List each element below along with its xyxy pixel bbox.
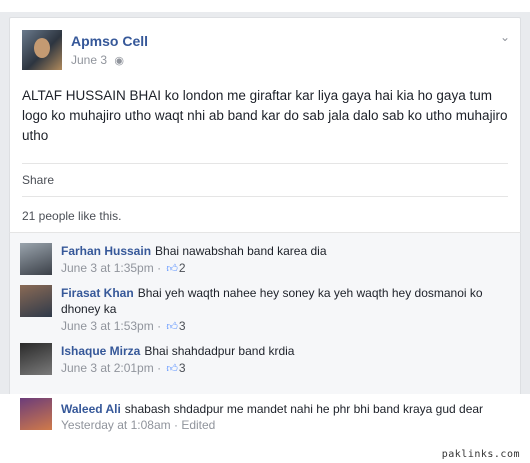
post-text: ALTAF HUSSAIN BHAI ko london me giraftar…: [22, 88, 508, 143]
comment-text: shabash shdadpur me mandet nahi he phr b…: [124, 402, 484, 416]
commenter-name[interactable]: Ishaque Mirza: [61, 344, 140, 358]
divider: [22, 196, 508, 197]
thumbs-up-icon: 👍︎: [166, 363, 178, 375]
comment-meta: June 3 at 1:53pm · 👍︎3: [61, 319, 186, 333]
thumbs-up-icon: 👍︎: [166, 263, 178, 275]
comment-meta: June 3 at 2:01pm · 👍︎3: [61, 361, 186, 375]
commenter-name[interactable]: Firasat Khan: [61, 286, 134, 300]
comment-body: Farhan Hussain Bhai nawabshah band karea …: [61, 243, 501, 259]
comment-body: Waleed Ali shabash shdadpur me mandet nah…: [61, 401, 501, 417]
comment-meta: June 3 at 1:35pm · 👍︎2: [61, 261, 186, 275]
comment-time[interactable]: Yesterday at 1:08am: [61, 418, 171, 432]
commenter-avatar[interactable]: [20, 398, 52, 430]
comment-text: Bhai shahdadpur band krdia: [144, 344, 295, 358]
post-date-text[interactable]: June 3: [71, 53, 107, 67]
comment-body: Ishaque Mirza Bhai shahdadpur band krdia: [61, 343, 501, 359]
post-date[interactable]: June 3 ◉: [71, 53, 124, 67]
author-avatar[interactable]: [22, 30, 62, 70]
thumbs-up-icon: 👍︎: [166, 321, 178, 333]
divider: [22, 163, 508, 164]
comment-item: Waleed Ali shabash shdadpur me mandet nah…: [0, 394, 530, 438]
comment-like-count[interactable]: 3: [179, 319, 186, 333]
likes-summary[interactable]: 21 people like this.: [22, 209, 121, 223]
commenter-name[interactable]: Farhan Hussain: [61, 244, 151, 258]
comment-like-count[interactable]: 3: [179, 361, 186, 375]
globe-icon: ◉: [114, 55, 124, 67]
watermark: paklinks.com: [441, 449, 520, 460]
comment-meta: Yesterday at 1:08am · Edited: [61, 418, 216, 432]
author-name[interactable]: Apmso Cell: [71, 33, 148, 49]
screenshot-frame: Apmso Cell June 3 ◉ ⌄ ALTAF HUSSAIN BHAI…: [0, 12, 530, 438]
comment-time[interactable]: June 3 at 1:53pm: [61, 319, 154, 333]
commenter-name[interactable]: Waleed Ali: [61, 402, 121, 416]
comment-body: Firasat Khan Bhai yeh waqth nahee hey son…: [61, 285, 501, 317]
edited-label[interactable]: Edited: [181, 418, 215, 432]
comment-text: Bhai nawabshah band karea dia: [155, 244, 327, 258]
share-button[interactable]: Share: [22, 173, 54, 187]
commenter-avatar[interactable]: [20, 243, 52, 275]
commenter-avatar[interactable]: [20, 285, 52, 317]
commenter-avatar[interactable]: [20, 343, 52, 375]
comment-like-count[interactable]: 2: [179, 261, 186, 275]
chevron-down-icon[interactable]: ⌄: [500, 30, 510, 44]
comment-time[interactable]: June 3 at 2:01pm: [61, 361, 154, 375]
comment-time[interactable]: June 3 at 1:35pm: [61, 261, 154, 275]
